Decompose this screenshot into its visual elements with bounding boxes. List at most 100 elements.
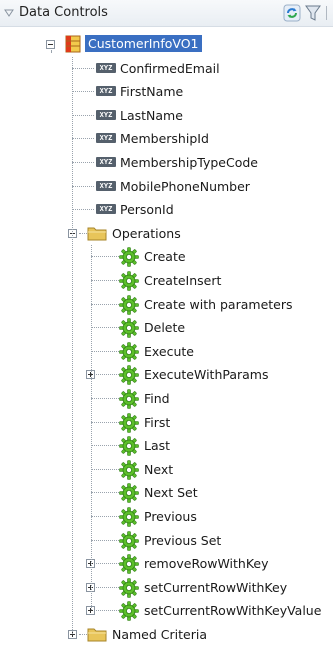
- attribute-icon: XYZ: [96, 133, 116, 144]
- tree-guide-horizontal: [72, 138, 94, 140]
- attribute-icon: XYZ: [96, 86, 116, 97]
- tree-guide-vertical: [91, 245, 92, 611]
- tree-node-label: FirstName: [120, 84, 184, 100]
- gear-icon: [119, 601, 139, 622]
- gear-icon: [119, 318, 139, 338]
- tree-guide-horizontal: [79, 232, 87, 234]
- collapse-toggle[interactable]: [46, 40, 55, 49]
- tree-node-label: Previous Set: [144, 532, 222, 548]
- tree-node-attribute[interactable]: XYZ MembershipId: [0, 127, 333, 150]
- tree-node-label: Named Criteria: [112, 627, 207, 642]
- tree-node-label: removeRowWithKey: [144, 556, 269, 572]
- tree-node-operation[interactable]: setCurrentRowWithKeyValue: [0, 599, 333, 622]
- tree-guide-horizontal: [91, 256, 119, 258]
- folder-icon: [87, 227, 107, 241]
- tree-guide-horizontal: [91, 516, 119, 517]
- tree-node-label: ExecuteWithParams: [144, 367, 269, 383]
- attribute-icon: XYZ: [96, 157, 116, 167]
- attribute-icon: XYZ: [96, 204, 116, 215]
- tree-node-attribute[interactable]: XYZ MobilePhoneNumber: [0, 175, 333, 198]
- tree-node-label: Execute: [144, 343, 194, 359]
- tree-node-operation[interactable]: Next Set: [0, 481, 333, 504]
- data-controls-header: Data Controls: [0, 0, 333, 27]
- tree-guide-horizontal: [91, 350, 119, 352]
- gear-icon: [119, 341, 139, 362]
- tree-node-operation[interactable]: Last: [0, 434, 333, 457]
- gear-icon: [119, 294, 139, 315]
- gear-icon: [119, 365, 139, 386]
- refresh-icon[interactable]: [283, 4, 301, 22]
- tree-node-operation[interactable]: First: [0, 411, 333, 434]
- tree-guide-vertical: [51, 50, 52, 52]
- tree-guide-horizontal: [96, 586, 119, 588]
- tree-node-label: setCurrentRowWithKeyValue: [144, 603, 322, 619]
- tree-node-operation[interactable]: Create: [0, 245, 333, 268]
- tree-node-label: MembershipTypeCode: [120, 155, 258, 170]
- attribute-icon: XYZ: [96, 109, 116, 120]
- tree-node-operation[interactable]: Next: [0, 458, 333, 481]
- tree-guide-horizontal: [91, 398, 119, 399]
- tree-node-label: MembershipId: [120, 131, 209, 147]
- tree-node-operation[interactable]: Delete: [0, 316, 333, 339]
- tree-node-operation[interactable]: Previous: [0, 505, 333, 528]
- toolbar-separator: [326, 6, 327, 20]
- tree-node-operation[interactable]: Find: [0, 387, 333, 410]
- gear-icon: [119, 412, 139, 433]
- tree-guide-horizontal: [91, 492, 119, 494]
- tree-guide-horizontal: [72, 162, 94, 163]
- tree-guide-horizontal: [91, 539, 119, 541]
- tree-node-attribute[interactable]: XYZ LastName: [0, 104, 333, 127]
- tree-node-label: Find: [144, 391, 170, 406]
- attribute-icon: XYZ: [96, 180, 116, 191]
- tree-guide-horizontal: [96, 610, 119, 612]
- tree-node-label: Next Set: [144, 485, 198, 501]
- attribute-icon: XYZ: [96, 62, 116, 73]
- tree-node-label: First: [144, 414, 171, 430]
- gear-icon: [119, 459, 139, 480]
- triangle-down-icon[interactable]: [4, 8, 14, 18]
- tree-node-attribute[interactable]: XYZ MembershipTypeCode: [0, 151, 333, 174]
- tree-node-attribute[interactable]: XYZ FirstName: [0, 80, 333, 103]
- tree-node-label: Create: [144, 249, 186, 265]
- tree-node-operation[interactable]: ExecuteWithParams: [0, 363, 333, 386]
- tree-node-operations-folder[interactable]: Operations: [0, 222, 333, 245]
- tree-node-customer-info-vo[interactable]: CustomerInfoVO1: [0, 33, 333, 56]
- tree-guide-horizontal: [91, 421, 119, 423]
- tree-guide-horizontal: [91, 468, 119, 470]
- view-object-icon: [65, 35, 81, 53]
- gear-icon: [119, 247, 139, 268]
- gear-icon: [119, 483, 139, 504]
- tree-guide-horizontal: [72, 209, 94, 211]
- gear-icon: [119, 271, 139, 291]
- tree-guide-horizontal: [72, 185, 94, 187]
- tree-node-attribute[interactable]: XYZ ConfirmedEmail: [0, 57, 333, 80]
- tree-guide-horizontal: [72, 91, 94, 93]
- tree-node-label: ConfirmedEmail: [120, 60, 220, 76]
- tree-node-label: Last: [144, 438, 171, 454]
- panel-title: Data Controls: [19, 5, 108, 20]
- tree-node-label: Create with parameters: [144, 296, 293, 312]
- toggle-minus-bar: [48, 44, 53, 45]
- tree-node-label: Delete: [144, 320, 186, 336]
- tree-node-label: LastName: [120, 107, 183, 123]
- tree-node-operation[interactable]: Execute: [0, 340, 333, 363]
- tree-node-label: Next: [144, 461, 174, 477]
- gear-icon: [119, 554, 139, 574]
- tree-guide-horizontal: [91, 327, 119, 329]
- tree-node-label: MobilePhoneNumber: [120, 178, 250, 194]
- tree-node-named-criteria-folder[interactable]: Named Criteria: [0, 623, 333, 646]
- tree-node-operation[interactable]: removeRowWithKey: [0, 552, 333, 575]
- tree-node-label: PersonId: [120, 202, 174, 218]
- tree-node-operation[interactable]: setCurrentRowWithKey: [0, 576, 333, 599]
- tree-node-operation[interactable]: CreateInsert: [0, 269, 333, 292]
- gear-icon: [119, 389, 139, 409]
- tree-guide-horizontal: [91, 303, 119, 305]
- tree-node-attribute[interactable]: XYZ PersonId: [0, 198, 333, 221]
- tree-node-operation[interactable]: Create with parameters: [0, 293, 333, 316]
- tree-node-label: CreateInsert: [144, 273, 222, 288]
- tree-guide-horizontal: [72, 67, 94, 69]
- filter-icon[interactable]: [305, 4, 321, 22]
- tree-guide-horizontal: [91, 445, 119, 447]
- tree-guide-horizontal: [91, 280, 119, 281]
- tree-node-operation[interactable]: Previous Set: [0, 529, 333, 552]
